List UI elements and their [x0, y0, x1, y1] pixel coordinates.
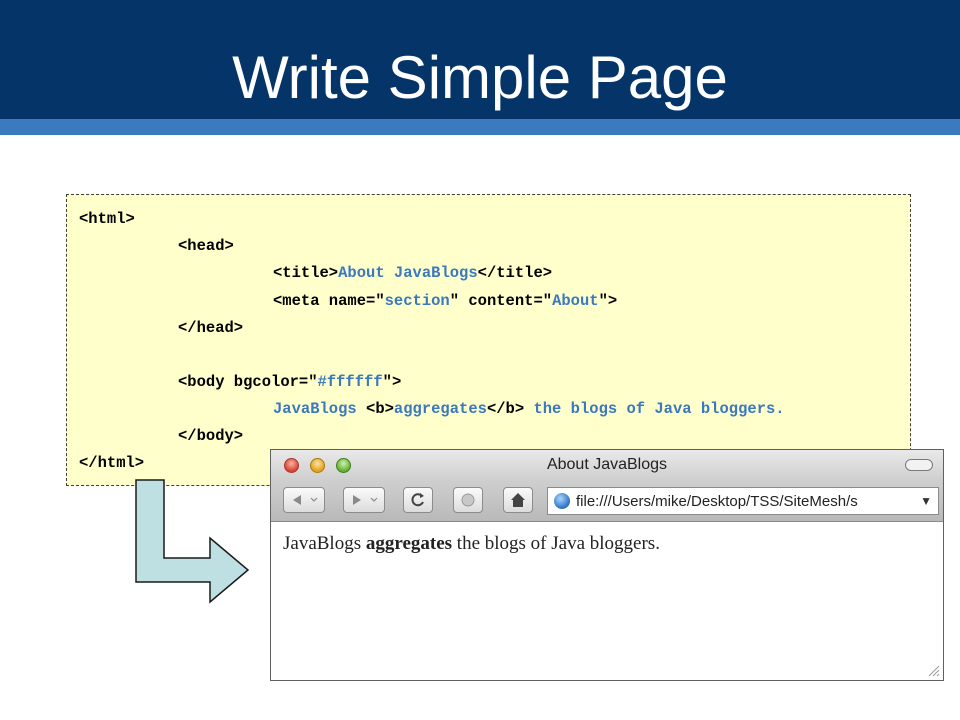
code-line-body-content: JavaBlogs <b>aggregates</b> the blogs of… [273, 400, 785, 418]
browser-toolbar: file:///Users/mike/Desktop/TSS/SiteMesh/… [271, 480, 943, 522]
address-bar[interactable]: file:///Users/mike/Desktop/TSS/SiteMesh/… [547, 487, 939, 515]
code-line-body-close: </body> [178, 427, 244, 445]
browser-window: About JavaBlogs file:///Users/mike/Deskt… [270, 449, 944, 681]
globe-icon [554, 493, 570, 509]
code-line-title: <title>About JavaBlogs</title> [273, 264, 553, 282]
chevron-down-icon[interactable]: ▼ [920, 494, 932, 508]
toolbar-toggle-button[interactable] [905, 459, 933, 471]
page-content-text: JavaBlogs aggregates the blogs of Java b… [283, 533, 660, 554]
back-button[interactable] [283, 487, 325, 513]
code-box: <html> <head> <title>About JavaBlogs</ti… [66, 194, 911, 486]
back-arrow-icon [293, 495, 318, 505]
reload-icon [411, 493, 424, 507]
code-line-meta: <meta name="section" content="About"> [273, 292, 618, 310]
code-line-html-close: </html> [79, 454, 145, 472]
bent-arrow-icon [135, 479, 250, 604]
code-line-html-open: <html> [79, 210, 135, 228]
title-stripe [0, 119, 960, 135]
resize-grip-icon[interactable] [926, 663, 940, 677]
code-line-head-close: </head> [178, 319, 244, 337]
code-line-head-open: <head> [178, 237, 234, 255]
window-titlebar: About JavaBlogs [271, 450, 943, 480]
code-line-body-open: <body bgcolor="#ffffff"> [178, 373, 402, 391]
forward-button[interactable] [343, 487, 385, 513]
forward-arrow-icon [353, 495, 378, 505]
stop-icon [461, 493, 475, 507]
window-title: About JavaBlogs [546, 456, 668, 473]
home-button[interactable] [503, 487, 533, 513]
address-text: file:///Users/mike/Desktop/TSS/SiteMesh/… [576, 493, 858, 510]
stop-button[interactable] [453, 487, 483, 513]
home-icon [511, 493, 525, 507]
slide-title: Write Simple Page [232, 44, 728, 111]
reload-button[interactable] [403, 487, 433, 513]
